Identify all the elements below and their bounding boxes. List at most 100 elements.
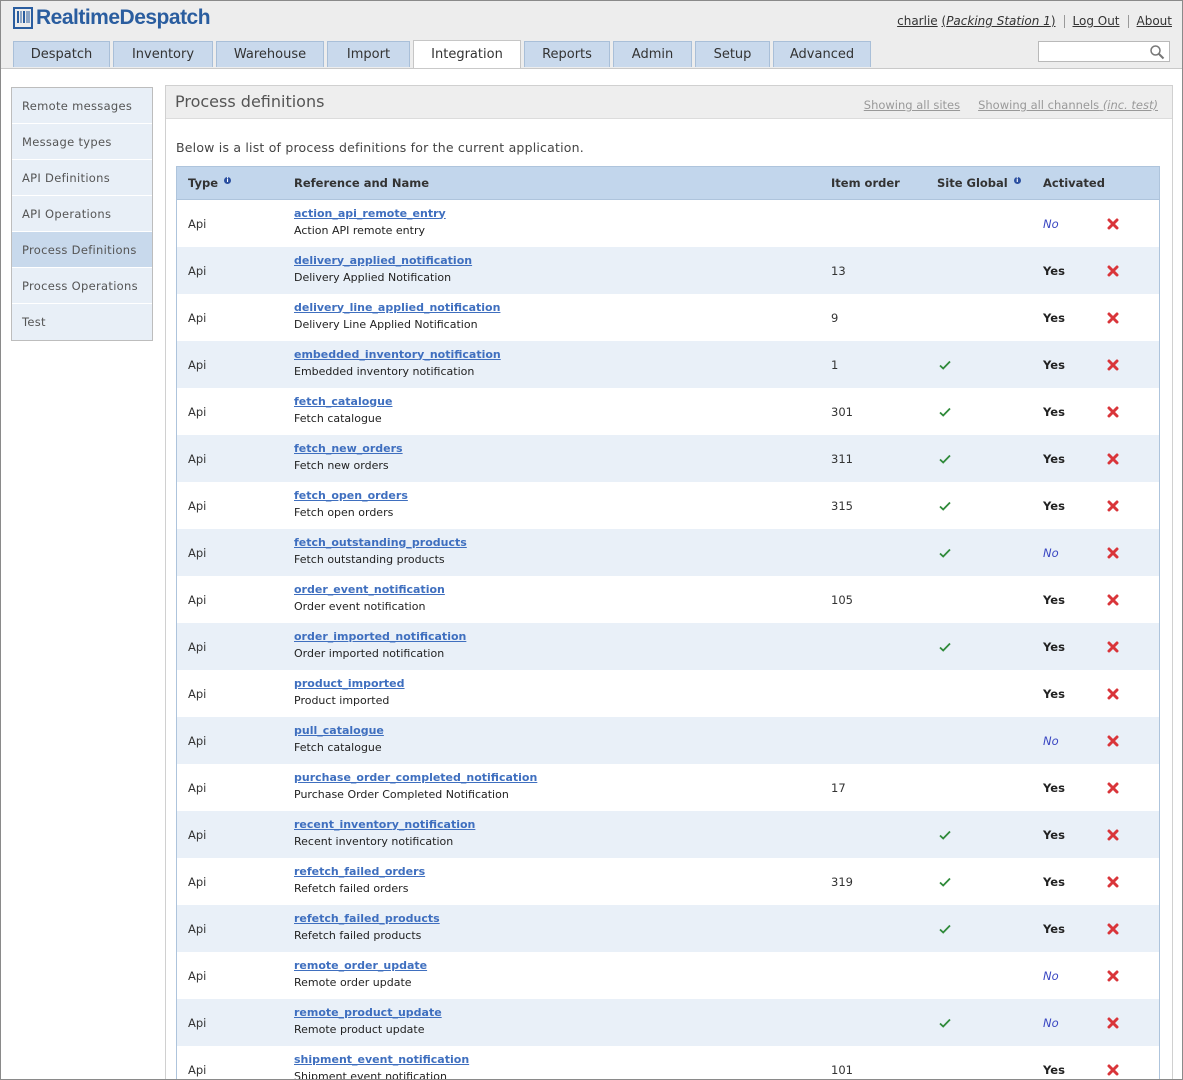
cell-item-order xyxy=(831,717,937,764)
col-item-order[interactable]: Item order xyxy=(831,166,937,200)
cell-type: Api xyxy=(188,498,207,513)
cell-activated[interactable]: No xyxy=(1043,952,1105,999)
station-link[interactable]: (Packing Station 1) xyxy=(942,14,1056,28)
cell-activated[interactable]: Yes xyxy=(1043,858,1105,905)
tab-import[interactable]: Import xyxy=(327,41,410,67)
user-name-link[interactable]: charlie xyxy=(897,14,938,28)
tab-advanced[interactable]: Advanced xyxy=(773,41,871,67)
delete-icon[interactable] xyxy=(1107,265,1119,277)
station-paren-close: ) xyxy=(1050,14,1056,28)
delete-icon[interactable] xyxy=(1107,453,1119,465)
process-reference-link[interactable]: purchase_order_completed_notification xyxy=(294,771,831,784)
process-reference-link[interactable]: fetch_new_orders xyxy=(294,442,831,455)
cell-activated[interactable]: Yes xyxy=(1043,1046,1105,1079)
cell-activated[interactable]: Yes xyxy=(1043,764,1105,811)
sidebar-item-remote-messages[interactable]: Remote messages xyxy=(12,88,152,124)
process-reference-link[interactable]: action_api_remote_entry xyxy=(294,207,831,220)
process-reference-link[interactable]: delivery_applied_notification xyxy=(294,254,831,267)
table-row: Api recent_inventory_notification Recent i… xyxy=(176,811,1160,858)
cell-activated[interactable]: Yes xyxy=(1043,811,1105,858)
search-icon[interactable] xyxy=(1149,44,1165,60)
delete-icon[interactable] xyxy=(1107,218,1119,230)
col-type[interactable]: Type i xyxy=(176,166,294,200)
process-reference-link[interactable]: embedded_inventory_notification xyxy=(294,348,831,361)
cell-activated[interactable]: No xyxy=(1043,717,1105,764)
cell-delete xyxy=(1105,764,1160,811)
cell-activated[interactable]: Yes xyxy=(1043,435,1105,482)
process-reference-link[interactable]: refetch_failed_orders xyxy=(294,865,831,878)
process-reference-link[interactable]: product_imported xyxy=(294,677,831,690)
delete-icon[interactable] xyxy=(1107,547,1119,559)
delete-icon[interactable] xyxy=(1107,782,1119,794)
cell-activated[interactable]: Yes xyxy=(1043,576,1105,623)
cell-activated[interactable]: No xyxy=(1043,999,1105,1046)
process-reference-link[interactable]: fetch_outstanding_products xyxy=(294,536,831,549)
about-link[interactable]: About xyxy=(1137,14,1172,28)
cell-type: Api xyxy=(188,1062,207,1077)
process-reference-link[interactable]: order_imported_notification xyxy=(294,630,831,643)
cell-activated[interactable]: Yes xyxy=(1043,623,1105,670)
cell-activated[interactable]: Yes xyxy=(1043,482,1105,529)
delete-icon[interactable] xyxy=(1107,923,1119,935)
sidebar-item-api-definitions[interactable]: API Definitions xyxy=(12,160,152,196)
showing-all-channels-link[interactable]: Showing all channels (inc. test) xyxy=(978,98,1158,112)
process-reference-link[interactable]: shipment_event_notification xyxy=(294,1053,831,1066)
tab-admin[interactable]: Admin xyxy=(613,41,692,67)
col-site-global[interactable]: Site Global i xyxy=(937,166,1043,200)
logout-link[interactable]: Log Out xyxy=(1073,14,1120,28)
delete-icon[interactable] xyxy=(1107,1064,1119,1076)
tab-warehouse[interactable]: Warehouse xyxy=(216,41,324,67)
delete-icon[interactable] xyxy=(1107,312,1119,324)
delete-icon[interactable] xyxy=(1107,500,1119,512)
tab-despatch[interactable]: Despatch xyxy=(13,41,110,67)
process-reference-link[interactable]: pull_catalogue xyxy=(294,724,831,737)
app-logo[interactable]: RealtimeDespatch xyxy=(13,6,211,30)
col-reference[interactable]: Reference and Name xyxy=(294,166,831,200)
sidebar-item-process-definitions[interactable]: Process Definitions xyxy=(12,232,152,268)
tab-inventory[interactable]: Inventory xyxy=(113,41,213,67)
process-reference-link[interactable]: refetch_failed_products xyxy=(294,912,831,925)
sidebar-item-test[interactable]: Test xyxy=(12,304,152,340)
process-reference-link[interactable]: remote_product_update xyxy=(294,1006,831,1019)
process-reference-link[interactable]: remote_order_update xyxy=(294,959,831,972)
cell-activated[interactable]: No xyxy=(1043,529,1105,576)
info-icon[interactable]: i xyxy=(224,177,232,184)
cell-activated[interactable]: Yes xyxy=(1043,247,1105,294)
delete-icon[interactable] xyxy=(1107,876,1119,888)
cell-activated[interactable]: Yes xyxy=(1043,388,1105,435)
showing-all-sites-link[interactable]: Showing all sites xyxy=(864,98,960,112)
cell-site-global xyxy=(937,623,1043,670)
delete-icon[interactable] xyxy=(1107,359,1119,371)
cell-activated[interactable]: Yes xyxy=(1043,905,1105,952)
tab-setup[interactable]: Setup xyxy=(695,41,770,67)
delete-icon[interactable] xyxy=(1107,688,1119,700)
tab-integration[interactable]: Integration xyxy=(413,40,521,68)
delete-icon[interactable] xyxy=(1107,406,1119,418)
process-reference-link[interactable]: fetch_open_orders xyxy=(294,489,831,502)
delete-icon[interactable] xyxy=(1107,829,1119,841)
process-reference-link[interactable]: order_event_notification xyxy=(294,583,831,596)
delete-icon[interactable] xyxy=(1107,735,1119,747)
col-activated[interactable]: Activated xyxy=(1043,166,1105,200)
process-reference-link[interactable]: fetch_catalogue xyxy=(294,395,831,408)
process-name: Remote product update xyxy=(294,1022,425,1036)
cell-reference: shipment_event_notification Shipment even… xyxy=(294,1046,831,1080)
cell-activated[interactable]: Yes xyxy=(1043,294,1105,341)
cell-delete xyxy=(1105,999,1160,1046)
sidebar-item-message-types[interactable]: Message types xyxy=(12,124,152,160)
delete-icon[interactable] xyxy=(1107,970,1119,982)
cell-activated[interactable]: No xyxy=(1043,200,1105,248)
delete-icon[interactable] xyxy=(1107,1017,1119,1029)
search-input[interactable] xyxy=(1038,41,1170,62)
process-reference-link[interactable]: recent_inventory_notification xyxy=(294,818,831,831)
process-reference-link[interactable]: delivery_line_applied_notification xyxy=(294,301,831,314)
info-icon[interactable]: i xyxy=(1013,177,1021,184)
tab-reports[interactable]: Reports xyxy=(524,41,610,67)
sidebar-item-process-operations[interactable]: Process Operations xyxy=(12,268,152,304)
sidebar-item-api-operations[interactable]: API Operations xyxy=(12,196,152,232)
delete-icon[interactable] xyxy=(1107,594,1119,606)
cell-activated[interactable]: Yes xyxy=(1043,341,1105,388)
cell-type: Api xyxy=(188,310,207,325)
delete-icon[interactable] xyxy=(1107,641,1119,653)
cell-activated[interactable]: Yes xyxy=(1043,670,1105,717)
